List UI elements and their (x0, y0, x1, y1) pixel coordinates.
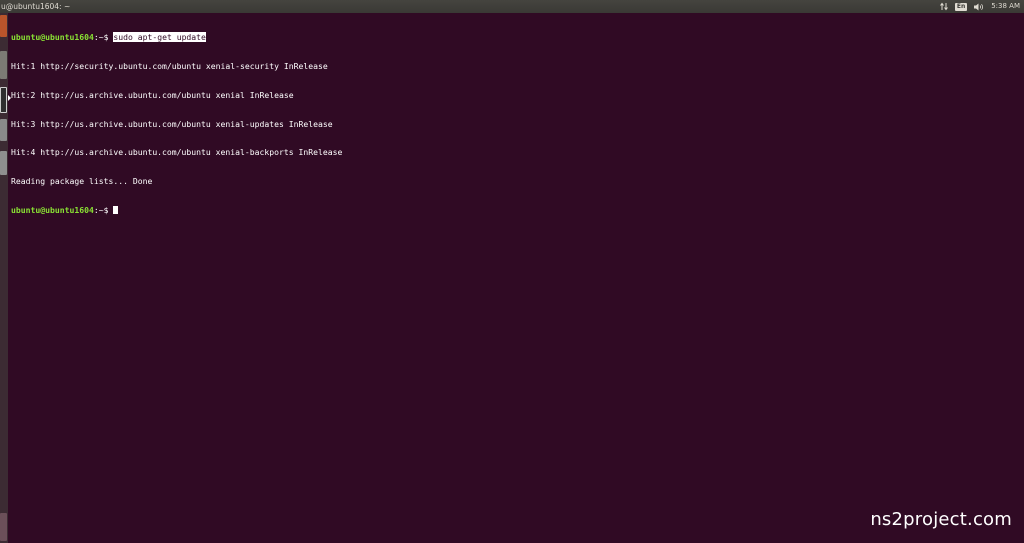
prompt-user-host: ubuntu@ubuntu1604 (11, 32, 94, 43)
window-title: u@ubuntu1604: ~ (1, 2, 71, 11)
keyboard-layout-indicator[interactable]: En (954, 2, 968, 11)
command-line: ubuntu@ubuntu1604:~$ sudo apt-get update (11, 32, 1024, 43)
prompt-user-host: ubuntu@ubuntu1604 (11, 204, 94, 215)
settings-app-icon[interactable] (0, 51, 7, 79)
speaker-icon[interactable] (974, 3, 984, 11)
output-line: Hit:3 http://us.archive.ubuntu.com/ubunt… (11, 118, 333, 129)
trash-icon[interactable] (0, 513, 7, 541)
prompt-suffix: :~$ (93, 204, 114, 215)
clock[interactable]: 5:38 AM (991, 0, 1020, 13)
terminal-app-icon[interactable] (0, 87, 7, 113)
text-cursor (113, 205, 119, 214)
files-app-icon[interactable] (0, 15, 7, 37)
watermark: ns2project.com (870, 509, 1012, 530)
indicator-tray: En 5:38 AM (939, 0, 1020, 13)
final-prompt-line: ubuntu@ubuntu1604:~$ (11, 204, 1024, 216)
output-line: Hit:2 http://us.archive.ubuntu.com/ubunt… (11, 89, 294, 100)
output-line: Hit:4 http://us.archive.ubuntu.com/ubunt… (11, 147, 343, 158)
output-line: Reading package lists... Done (11, 176, 153, 187)
prompt-suffix: :~$ (93, 32, 114, 43)
top-panel: u@ubuntu1604: ~ En 5:38 AM (0, 0, 1024, 13)
selected-command: sudo apt-get update (113, 32, 206, 43)
system-settings-icon[interactable] (0, 119, 7, 141)
gear-icon[interactable] (0, 151, 7, 175)
network-updown-icon[interactable] (939, 2, 948, 11)
launcher (0, 13, 8, 543)
output-line: Hit:1 http://security.ubuntu.com/ubuntu … (11, 60, 328, 71)
terminal-window[interactable]: ubuntu@ubuntu1604:~$ sudo apt-get update… (11, 14, 1024, 543)
